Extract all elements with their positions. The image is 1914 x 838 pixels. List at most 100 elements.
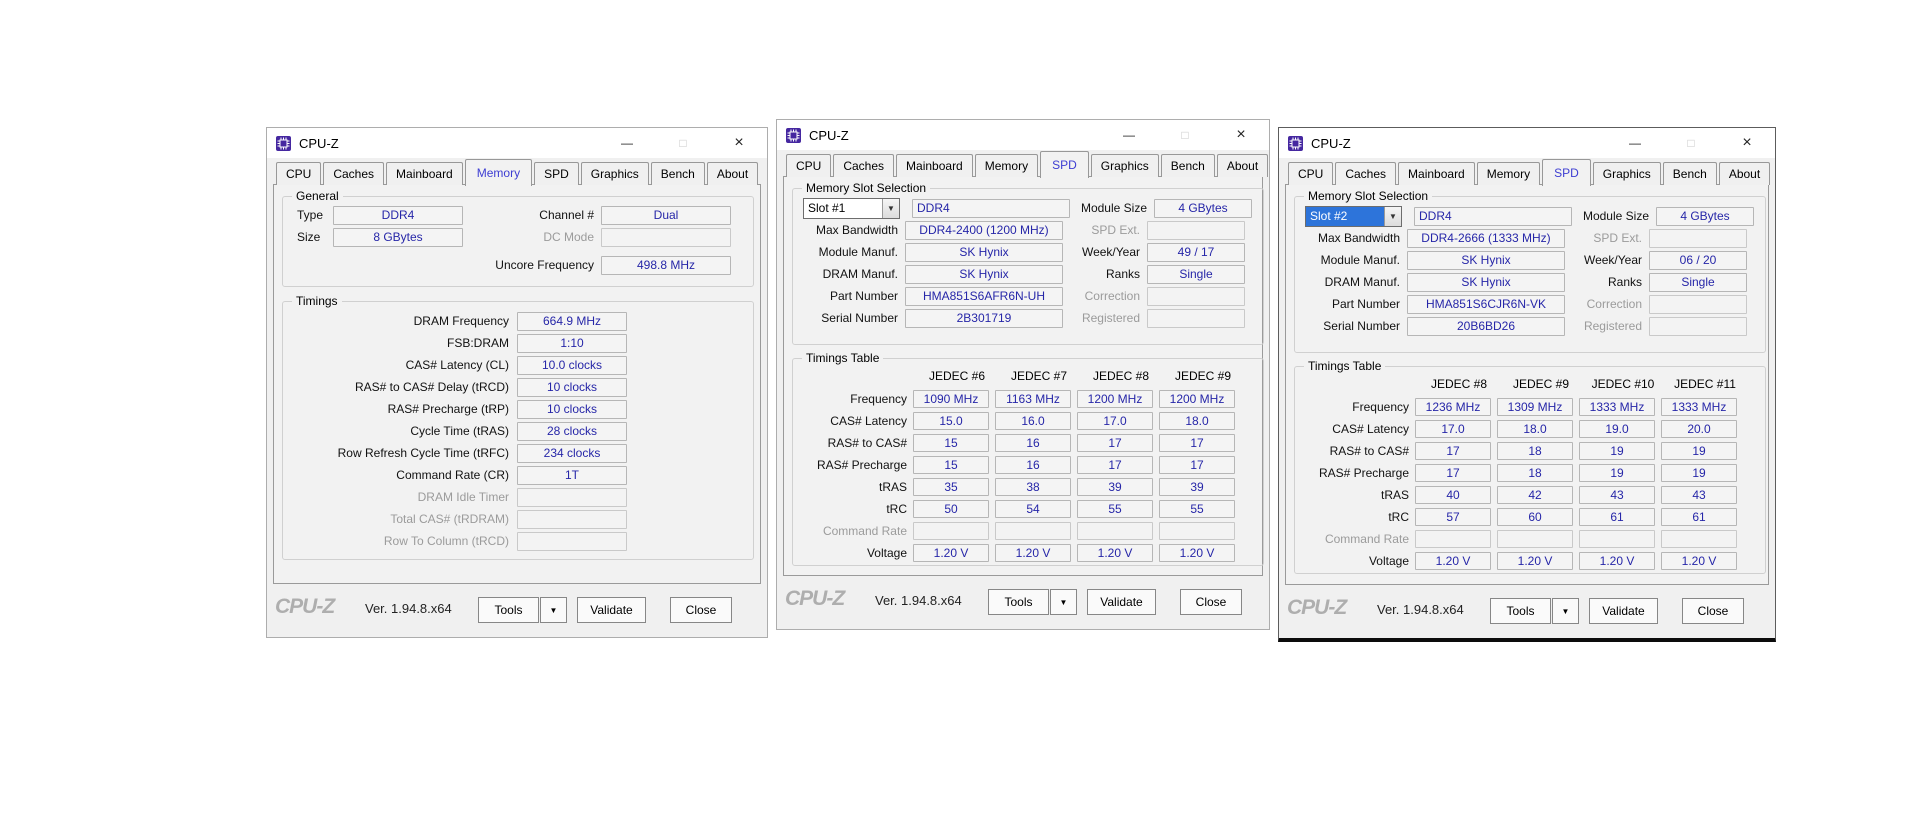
tab-caches[interactable]: Caches: [323, 162, 385, 185]
tab-spd[interactable]: SPD: [1040, 151, 1089, 178]
table-cell: 17.0: [1077, 412, 1153, 430]
tools-dropdown-icon[interactable]: ▼: [1050, 589, 1077, 615]
table-cell: 19: [1579, 442, 1655, 460]
tab-about[interactable]: About: [706, 162, 759, 185]
maximize-button[interactable]: □: [1663, 128, 1719, 158]
slot-row-left-value: SK Hynix: [1407, 250, 1565, 270]
slot-row-left-label: Module Manuf.: [818, 245, 898, 259]
tab-memory[interactable]: Memory: [974, 154, 1039, 177]
table-cell: 17: [1077, 456, 1153, 474]
minimize-button[interactable]: —: [1607, 128, 1663, 158]
validate-button[interactable]: Validate: [1087, 589, 1156, 615]
tab-mainboard[interactable]: Mainboard: [386, 162, 463, 185]
maximize-button[interactable]: □: [1157, 120, 1213, 150]
chevron-down-icon[interactable]: ▼: [1384, 206, 1401, 226]
slot-rows: Max Bandwidth DDR4-2400 (1200 MHz) SPD E…: [793, 219, 1263, 329]
tools-button[interactable]: Tools: [1490, 598, 1551, 624]
dc-mode-label: DC Mode: [543, 230, 594, 244]
tools-button[interactable]: Tools: [478, 597, 539, 623]
tab-caches[interactable]: Caches: [1335, 162, 1397, 185]
table-cell: 1309 MHz: [1497, 398, 1573, 416]
memory-tab-panel: General Type DDR4 Channel # Dual Size 8 …: [273, 184, 761, 584]
table-row-label: Frequency: [1352, 400, 1409, 414]
tab-bar: CPU Caches Mainboard Memory SPD Graphics…: [1288, 159, 1772, 186]
table-row: Frequency 1236 MHz 1309 MHz 1333 MHz 133…: [1303, 396, 1765, 418]
slot-row-left-label: Max Bandwidth: [1317, 231, 1400, 245]
close-dialog-button[interactable]: Close: [1180, 589, 1242, 615]
jedec-column-header: JEDEC #9: [1174, 369, 1232, 383]
timing-row: Cycle Time (tRAS) 28 clocks: [289, 420, 753, 442]
tab-memory[interactable]: Memory: [1476, 162, 1541, 185]
table-row-label: RAS# to CAS#: [1329, 444, 1409, 458]
tab-cpu[interactable]: CPU: [786, 154, 832, 177]
timing-value: [517, 509, 627, 529]
window-controls: — □ ×: [1101, 120, 1269, 150]
minimize-button[interactable]: —: [1101, 120, 1157, 150]
slot-row: Serial Number 2B301719 Registered: [803, 307, 1263, 329]
tab-graphics[interactable]: Graphics: [1592, 162, 1661, 185]
tools-dropdown-icon[interactable]: ▼: [540, 597, 567, 623]
table-cell: 19.0: [1579, 420, 1655, 438]
timing-label: FSB:DRAM: [446, 336, 509, 350]
close-dialog-button[interactable]: Close: [670, 597, 732, 623]
chevron-down-icon[interactable]: ▼: [882, 198, 899, 218]
close-button[interactable]: ×: [711, 128, 767, 158]
slot-select[interactable]: Slot #2 ▼: [1305, 205, 1402, 227]
slot-select[interactable]: Slot #1 ▼: [803, 197, 900, 219]
timing-row: DRAM Idle Timer: [289, 486, 753, 508]
table-row-label: Voltage: [1368, 554, 1409, 568]
tab-bench[interactable]: Bench: [1160, 154, 1215, 177]
tools-button[interactable]: Tools: [988, 589, 1049, 615]
tab-bench[interactable]: Bench: [1662, 162, 1717, 185]
minimize-button[interactable]: —: [599, 128, 655, 158]
desktop: CPU-Z — □ × CPU Caches Mainboard Memory …: [0, 0, 1914, 838]
titlebar[interactable]: CPU-Z — □ ×: [267, 128, 767, 158]
slot-row-right-value: [1147, 286, 1245, 306]
tab-mainboard[interactable]: Mainboard: [896, 154, 973, 177]
tab-cpu[interactable]: CPU: [1288, 162, 1334, 185]
tab-graphics[interactable]: Graphics: [1090, 154, 1159, 177]
table-row-label: CAS# Latency: [830, 414, 907, 428]
timings-table-group: Timings Table JEDEC #8 JEDEC #9 JEDEC #1…: [1294, 359, 1766, 574]
close-button[interactable]: ×: [1719, 128, 1775, 158]
maximize-button[interactable]: □: [655, 128, 711, 158]
titlebar[interactable]: CPU-Z — □ ×: [1279, 128, 1775, 158]
footer-bar: CPU-Z Ver. 1.94.8.x64 Tools ▼ Validate C…: [1285, 589, 1769, 632]
group-label: Timings Table: [802, 351, 884, 365]
cpuz-window-spd-slot1: CPU-Z — □ × CPU Caches Mainboard Memory …: [776, 119, 1270, 630]
tools-dropdown-icon[interactable]: ▼: [1552, 598, 1579, 624]
jedec-column-header: JEDEC #9: [1512, 377, 1570, 391]
memory-slot-selection-group: Memory Slot Selection Slot #1 ▼ DDR4 Mod…: [792, 181, 1264, 345]
validate-button[interactable]: Validate: [1589, 598, 1658, 624]
table-cell: 1236 MHz: [1415, 398, 1491, 416]
tab-caches[interactable]: Caches: [833, 154, 895, 177]
tab-about[interactable]: About: [1216, 154, 1269, 177]
timing-row: RAS# to CAS# Delay (tRCD) 10 clocks: [289, 376, 753, 398]
table-cell: 17: [1159, 434, 1235, 452]
slot-row-left-label: DRAM Manuf.: [1324, 275, 1400, 289]
validate-button[interactable]: Validate: [577, 597, 646, 623]
slot-row: Module Manuf. SK Hynix Week/Year 06 / 20: [1305, 249, 1765, 271]
timing-label: CAS# Latency (CL): [405, 358, 509, 372]
tab-bench[interactable]: Bench: [650, 162, 705, 185]
titlebar[interactable]: CPU-Z — □ ×: [777, 120, 1269, 150]
tab-graphics[interactable]: Graphics: [580, 162, 649, 185]
window-title: CPU-Z: [809, 127, 849, 143]
general-row: Type DDR4 Channel # Dual: [289, 204, 753, 226]
slot-row-right-label: Week/Year: [1081, 245, 1140, 259]
tab-cpu[interactable]: CPU: [276, 162, 322, 185]
table-row: tRAS 35 38 39 39: [801, 476, 1263, 498]
close-button[interactable]: ×: [1213, 120, 1269, 150]
table-cell: 1333 MHz: [1661, 398, 1737, 416]
group-label: General: [292, 189, 343, 203]
tab-spd[interactable]: SPD: [534, 162, 579, 185]
tab-memory[interactable]: Memory: [464, 159, 533, 186]
table-cell: 1.20 V: [913, 544, 989, 562]
table-row-label: Command Rate: [1324, 532, 1409, 546]
tab-about[interactable]: About: [1718, 162, 1771, 185]
close-dialog-button[interactable]: Close: [1682, 598, 1744, 624]
general-group: General Type DDR4 Channel # Dual Size 8 …: [282, 189, 754, 287]
slot-row-right-value: [1649, 316, 1747, 336]
tab-mainboard[interactable]: Mainboard: [1398, 162, 1475, 185]
tab-spd[interactable]: SPD: [1542, 159, 1591, 186]
